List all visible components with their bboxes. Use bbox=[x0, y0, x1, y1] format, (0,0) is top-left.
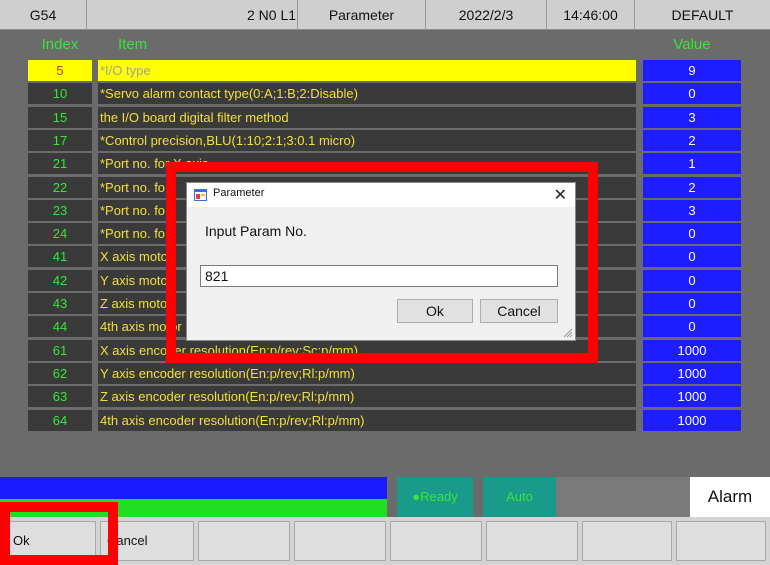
row-index: 21 bbox=[28, 153, 92, 174]
table-row[interactable]: 10 *Servo alarm contact type(0:A;1:B;2:Di… bbox=[0, 83, 770, 104]
row-index: 23 bbox=[28, 200, 92, 221]
row-index: 64 bbox=[28, 410, 92, 431]
status-bar-blue bbox=[0, 477, 387, 499]
row-index: 41 bbox=[28, 246, 92, 267]
index-column-header: Index bbox=[41, 36, 79, 53]
softkey-empty-7[interactable] bbox=[582, 521, 672, 561]
input-param-dialog: Parameter ✕ Input Param No. 821 Ok Cance… bbox=[186, 182, 576, 341]
row-value[interactable]: 0 bbox=[643, 223, 741, 244]
date-display: 2022/2/3 bbox=[426, 0, 547, 30]
softkey-empty-6[interactable] bbox=[486, 521, 578, 561]
row-index: 42 bbox=[28, 270, 92, 291]
row-item: *Servo alarm contact type(0:A;1:B;2:Disa… bbox=[98, 83, 636, 104]
row-value[interactable]: 2 bbox=[643, 177, 741, 198]
row-item: *I/O type bbox=[98, 60, 636, 81]
row-value[interactable]: 0 bbox=[643, 316, 741, 337]
resize-grip-icon[interactable] bbox=[563, 328, 573, 338]
screen-name: Parameter bbox=[298, 0, 426, 30]
row-value[interactable]: 0 bbox=[643, 246, 741, 267]
row-value[interactable]: 0 bbox=[643, 293, 741, 314]
row-index: 44 bbox=[28, 316, 92, 337]
status-bar-green bbox=[0, 499, 387, 517]
row-index: 15 bbox=[28, 107, 92, 128]
auto-indicator: Auto bbox=[483, 477, 556, 517]
row-value[interactable]: 2 bbox=[643, 130, 741, 151]
alarm-indicator[interactable]: Alarm bbox=[690, 477, 770, 517]
row-item: Z axis encoder resolution(En:p/rev;Rl:p/… bbox=[98, 386, 636, 407]
row-value[interactable]: 0 bbox=[643, 83, 741, 104]
row-item: *Port no. for X axis bbox=[98, 153, 636, 174]
row-index: 61 bbox=[28, 340, 92, 361]
row-item: the I/O board digital filter method bbox=[98, 107, 636, 128]
row-index: 63 bbox=[28, 386, 92, 407]
workpiece-coordinate: G54 bbox=[0, 0, 87, 30]
param-number-input[interactable]: 821 bbox=[200, 265, 558, 287]
row-value[interactable]: 0 bbox=[643, 270, 741, 291]
close-icon[interactable]: ✕ bbox=[554, 185, 567, 205]
table-row[interactable]: 62 Y axis encoder resolution(En:p/rev;Rl:… bbox=[0, 363, 770, 384]
status-gap bbox=[387, 477, 397, 517]
row-index: 5 bbox=[28, 60, 92, 81]
softkey-ok[interactable]: Ok bbox=[6, 521, 96, 561]
softkey-cancel[interactable]: Cancel bbox=[100, 521, 194, 561]
row-value[interactable]: 1000 bbox=[643, 340, 741, 361]
table-row[interactable]: 15 the I/O board digital filter method 3 bbox=[0, 107, 770, 128]
dialog-title: Parameter bbox=[213, 187, 265, 199]
row-index: 43 bbox=[28, 293, 92, 314]
top-status-bar: G54 2 N0 L1 Parameter 2022/2/3 14:46:00 … bbox=[0, 0, 770, 30]
row-item: *Control precision,BLU(1:10;2:1;3:0.1 mi… bbox=[98, 130, 636, 151]
table-row[interactable]: 63 Z axis encoder resolution(En:p/rev;Rl:… bbox=[0, 386, 770, 407]
status-empty bbox=[556, 477, 690, 517]
item-column-header: Item bbox=[118, 36, 148, 53]
row-value[interactable]: 1000 bbox=[643, 410, 741, 431]
softkey-empty-3[interactable] bbox=[198, 521, 290, 561]
row-index: 22 bbox=[28, 177, 92, 198]
table-row[interactable]: 21 *Port no. for X axis 1 bbox=[0, 153, 770, 174]
program-mode: 2 N0 L1 bbox=[87, 0, 298, 30]
softkey-empty-4[interactable] bbox=[294, 521, 386, 561]
row-item: 4th axis encoder resolution(En:p/rev;Rl:… bbox=[98, 410, 636, 431]
softkey-empty-8[interactable] bbox=[676, 521, 766, 561]
time-display: 14:46:00 bbox=[547, 0, 635, 30]
dialog-cancel-button[interactable]: Cancel bbox=[480, 299, 558, 323]
table-row[interactable]: 64 4th axis encoder resolution(En:p/rev;R… bbox=[0, 410, 770, 431]
value-column-header: Value bbox=[673, 36, 711, 53]
table-row[interactable]: 61 X axis encoder resolution(En:p/rev;Sc:… bbox=[0, 340, 770, 361]
row-item: X axis encoder resolution(En:p/rev;Sc:p/… bbox=[98, 340, 636, 361]
row-value[interactable]: 1000 bbox=[643, 363, 741, 384]
row-item: Y axis encoder resolution(En:p/rev;Rl:p/… bbox=[98, 363, 636, 384]
table-row[interactable]: 5 *I/O type 9 bbox=[0, 60, 770, 81]
app-window-icon bbox=[194, 189, 207, 201]
row-index: 17 bbox=[28, 130, 92, 151]
table-row[interactable]: 17 *Control precision,BLU(1:10;2:1;3:0.1 … bbox=[0, 130, 770, 151]
row-index: 62 bbox=[28, 363, 92, 384]
row-value[interactable]: 1000 bbox=[643, 386, 741, 407]
dialog-ok-button[interactable]: Ok bbox=[397, 299, 473, 323]
dialog-prompt: Input Param No. bbox=[205, 223, 307, 239]
profile-name: DEFAULT bbox=[671, 7, 734, 23]
row-value[interactable]: 9 bbox=[643, 60, 741, 81]
row-value[interactable]: 3 bbox=[643, 200, 741, 221]
row-value[interactable]: 1 bbox=[643, 153, 741, 174]
softkey-empty-5[interactable] bbox=[390, 521, 482, 561]
softkey-bar: Ok Cancel bbox=[0, 517, 770, 565]
ready-indicator: ●Ready bbox=[397, 477, 473, 517]
row-index: 24 bbox=[28, 223, 92, 244]
dialog-titlebar[interactable]: Parameter ✕ bbox=[187, 183, 575, 207]
row-index: 10 bbox=[28, 83, 92, 104]
row-value[interactable]: 3 bbox=[643, 107, 741, 128]
